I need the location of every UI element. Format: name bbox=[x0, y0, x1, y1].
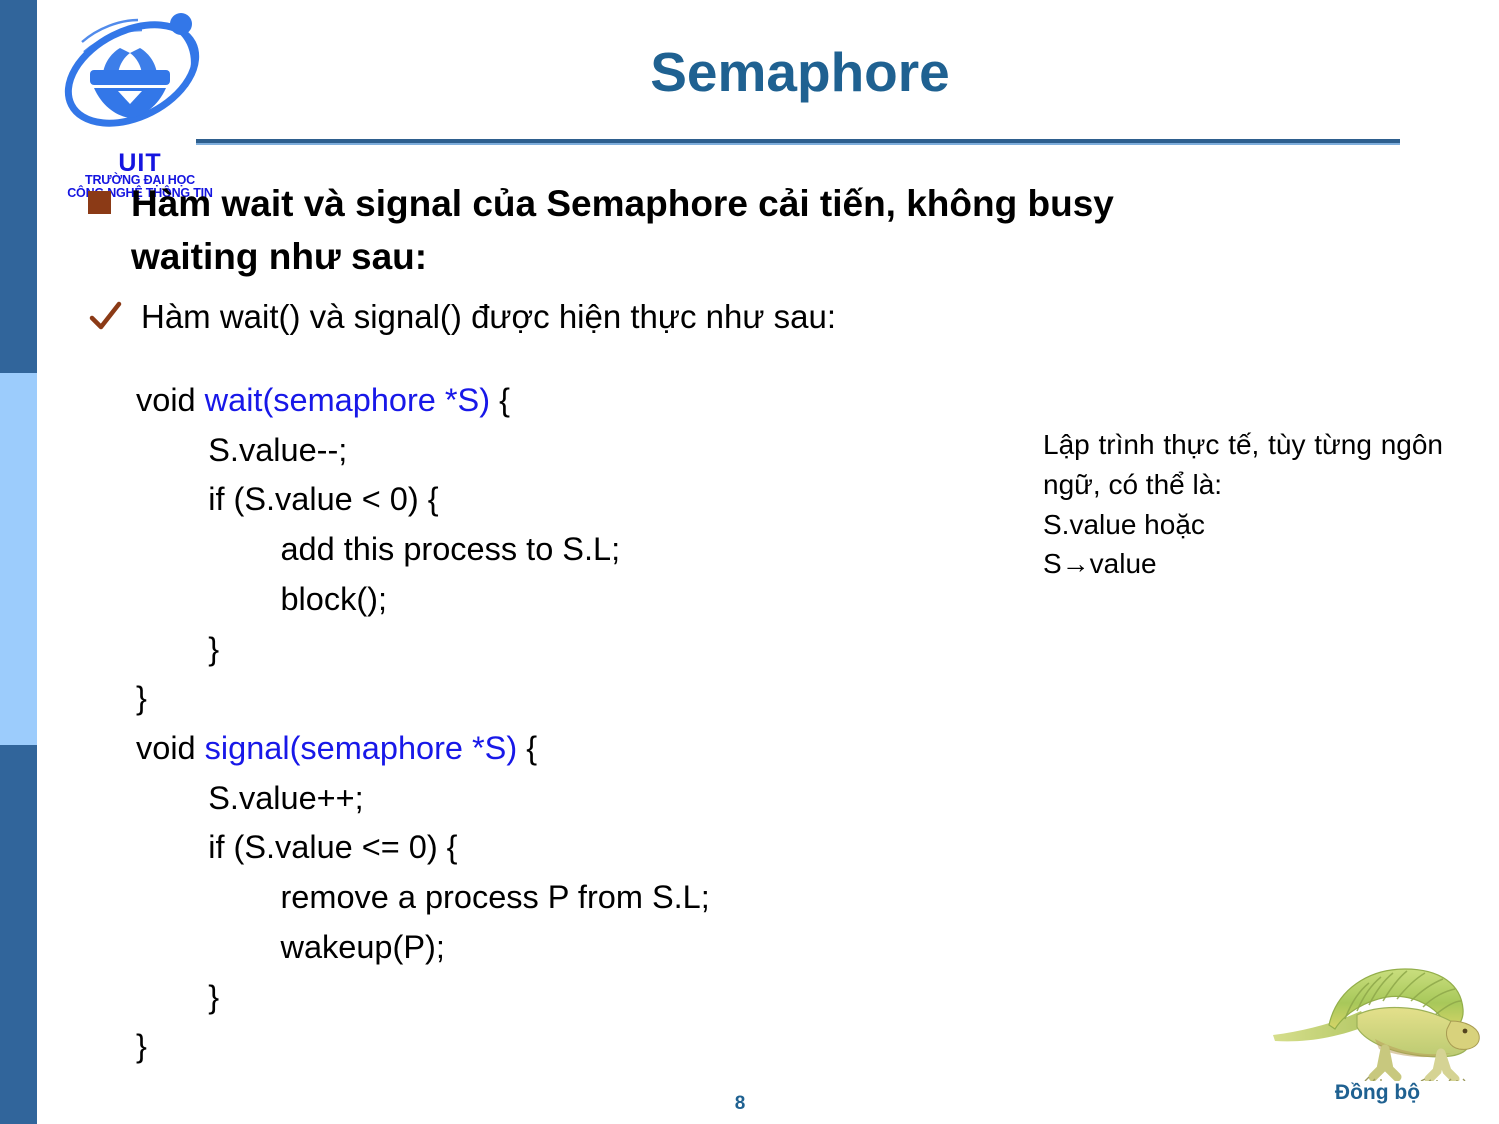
code-line: S.value--; bbox=[136, 426, 710, 476]
mascot-label: Đồng bộ bbox=[1334, 1081, 1421, 1104]
code-text: block(); bbox=[136, 580, 388, 617]
code-line: } bbox=[136, 625, 710, 675]
code-text: S.value--; bbox=[136, 431, 348, 468]
code-text: wakeup(P); bbox=[136, 928, 445, 965]
code-line: } bbox=[136, 973, 710, 1023]
code-text: if (S.value < 0) { bbox=[136, 481, 439, 518]
code-text: } bbox=[136, 630, 220, 667]
code-line: void wait(semaphore *S) { bbox=[136, 376, 710, 426]
code-line: S.value++; bbox=[136, 774, 710, 824]
sidebar-segment-middle bbox=[0, 373, 37, 745]
code-text: } bbox=[136, 680, 147, 717]
square-bullet-icon bbox=[88, 191, 111, 214]
code-line: void signal(semaphore *S) { bbox=[136, 724, 710, 774]
code-text: { bbox=[490, 382, 510, 418]
code-text: S.value++; bbox=[136, 779, 364, 816]
code-text: { bbox=[517, 730, 538, 767]
slide-title: Semaphore bbox=[650, 41, 950, 103]
code-line: wakeup(P); bbox=[136, 923, 710, 973]
code-text: void bbox=[136, 382, 205, 418]
code-line: } bbox=[136, 1022, 710, 1072]
mascot: Đồng bộ bbox=[1265, 963, 1490, 1123]
presentation-slide: UIT TRƯỜNG ĐẠI HỌC CÔNG NGHỆ THÔNG TIN S… bbox=[0, 0, 1499, 1124]
code-function-signature: wait(semaphore *S) bbox=[204, 382, 491, 418]
code-line: } bbox=[136, 674, 710, 724]
bullet-level1: Hàm wait và signal của Semaphore cải tiế… bbox=[88, 178, 1338, 283]
sidebar-segment-bottom bbox=[0, 745, 37, 1124]
uit-logo-mark-icon bbox=[58, 8, 218, 153]
code-line: if (S.value <= 0) { bbox=[136, 823, 710, 873]
code-text: } bbox=[136, 978, 220, 1015]
side-note: Lập trình thực tế, tùy từng ngôn ngữ, có… bbox=[1043, 425, 1443, 584]
code-text: add this process to S.L; bbox=[136, 531, 621, 568]
bullet-level1-text: Hàm wait và signal của Semaphore cải tiế… bbox=[131, 183, 1114, 277]
sidebar-segment-top bbox=[0, 0, 37, 373]
code-line: remove a process P from S.L; bbox=[136, 873, 710, 923]
bullet-level2-text: Hàm wait() và signal() được hiện thực nh… bbox=[141, 298, 836, 335]
code-function-signature: signal(semaphore *S) bbox=[204, 730, 518, 767]
title-divider-highlight bbox=[196, 143, 1400, 145]
side-note-option-1: S.value hoặc bbox=[1043, 508, 1205, 540]
page-number: 8 bbox=[734, 1093, 746, 1114]
dinosaur-dimetrodon-icon bbox=[1265, 963, 1490, 1084]
uit-logo: UIT TRƯỜNG ĐẠI HỌC CÔNG NGHỆ THÔNG TIN bbox=[50, 8, 230, 199]
code-line: if (S.value < 0) { bbox=[136, 475, 710, 525]
left-sidebar-decoration bbox=[0, 0, 37, 1124]
code-text: remove a process P from S.L; bbox=[136, 879, 710, 916]
side-note-option-2: S→value bbox=[1043, 548, 1157, 580]
side-note-paragraph: Lập trình thực tế, tùy từng ngôn ngữ, có… bbox=[1043, 429, 1443, 500]
code-block: void wait(semaphore *S) { S.value--; if … bbox=[136, 376, 710, 1072]
code-text: } bbox=[136, 1028, 147, 1065]
bullet-level2: Hàm wait() và signal() được hiện thực nh… bbox=[88, 296, 1338, 339]
code-text: if (S.value <= 0) { bbox=[136, 829, 458, 866]
code-line: add this process to S.L; bbox=[136, 525, 710, 575]
check-bullet-icon bbox=[88, 300, 122, 334]
code-line: block(); bbox=[136, 575, 710, 625]
code-text: void bbox=[136, 730, 205, 767]
